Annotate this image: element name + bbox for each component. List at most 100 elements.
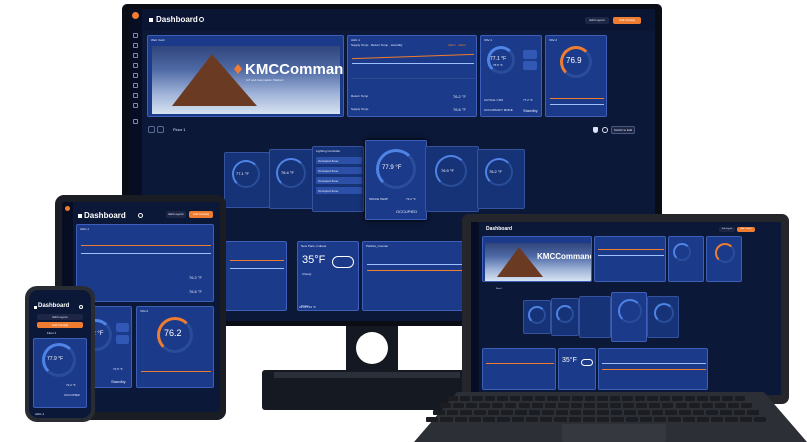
add-card-button[interactable]: Add Card(s) (37, 322, 83, 328)
keyboard-key[interactable] (696, 417, 709, 422)
keyboard-key[interactable] (501, 410, 513, 415)
keyboard-key[interactable] (472, 396, 483, 401)
keyboard-key[interactable] (740, 403, 752, 408)
keyboard-key[interactable] (572, 396, 583, 401)
keyboard-key[interactable] (654, 417, 667, 422)
keyboard-key[interactable] (679, 410, 691, 415)
keyboard-key[interactable] (597, 403, 609, 408)
keyboard-key[interactable] (597, 410, 609, 415)
floor-card-1[interactable]: 77.1 °F (224, 152, 270, 208)
floor-card[interactable] (551, 298, 579, 336)
vav2-card[interactable] (706, 236, 742, 282)
keyboard-key[interactable] (734, 396, 745, 401)
keyboard-key[interactable] (556, 410, 568, 415)
keyboard-key[interactable] (706, 410, 718, 415)
keyboard-key[interactable] (505, 403, 517, 408)
keyboard-key[interactable] (582, 417, 595, 422)
keyboard-key[interactable] (433, 410, 445, 415)
light-row[interactable]: Occupied Zone (316, 157, 362, 164)
keyboard-key[interactable] (720, 410, 732, 415)
keyboard-key[interactable] (701, 403, 713, 408)
keyboard-key[interactable] (509, 396, 520, 401)
gear-icon[interactable] (199, 17, 204, 22)
ahu-card[interactable]: AHU-1 Supply Temp · Return Temp · Humidi… (347, 35, 477, 117)
up-button[interactable] (523, 50, 537, 59)
ahu-card[interactable]: AHU-1 76.2 °F 76.6 °F (76, 224, 214, 302)
keyboard-key[interactable] (460, 410, 472, 415)
keyboard-key[interactable] (540, 417, 553, 422)
keyboard-key[interactable] (665, 410, 677, 415)
keyboard-key[interactable] (492, 403, 504, 408)
settings-icon[interactable] (133, 119, 138, 124)
keyboard-key[interactable] (682, 417, 695, 422)
keyboard-key[interactable] (568, 417, 581, 422)
ahu-card[interactable] (594, 236, 666, 282)
weather-card[interactable]: New Paris, Indiana 35°F Cloudy Today (297, 241, 359, 311)
keyboard-key[interactable] (583, 410, 595, 415)
keyboard-key[interactable] (610, 410, 623, 415)
vav-card[interactable] (668, 236, 704, 282)
edit-layout-button[interactable]: Edit Layout (585, 17, 609, 24)
home-icon[interactable] (34, 306, 37, 309)
vav2-card[interactable]: VAV-2 76.9 (545, 35, 607, 117)
keyboard-key[interactable] (544, 403, 556, 408)
keyboard-key[interactable] (727, 403, 739, 408)
chart-icon[interactable] (133, 63, 138, 68)
down-button[interactable] (116, 335, 129, 344)
keyboard-key[interactable] (714, 403, 726, 408)
keyboard-key[interactable] (426, 417, 439, 422)
keyboard-key[interactable] (684, 396, 695, 401)
keyboard-key[interactable] (466, 403, 478, 408)
ahu-bottom-card[interactable] (482, 348, 556, 390)
keyboard-key[interactable] (692, 410, 705, 415)
keyboard-key[interactable] (554, 417, 567, 422)
gear-icon[interactable] (138, 213, 143, 218)
keyboard-key[interactable] (649, 403, 661, 408)
edit-layout-button[interactable]: Edit Layout (166, 211, 186, 218)
keyboard-key[interactable] (497, 396, 508, 401)
tools-icon[interactable] (133, 103, 138, 108)
keyboard-key[interactable] (688, 403, 700, 408)
keyboard-key[interactable] (515, 410, 527, 415)
keyboard-key[interactable] (659, 396, 670, 401)
floor-main-card[interactable]: 77.9 °F 72.2 °F OCCUPIED (33, 338, 87, 408)
edit-layout-button[interactable]: Edit Layout (37, 314, 83, 320)
keyboard-key[interactable] (625, 417, 638, 422)
floor-main-card[interactable]: 77.9 °F SPACE TEMP 72.2 °F OCCUPIED (365, 140, 427, 220)
keyboard-key[interactable] (446, 410, 459, 415)
keyboard-key[interactable] (511, 417, 524, 422)
floor-card[interactable] (647, 296, 679, 338)
keyboard-key[interactable] (610, 403, 622, 408)
keyboard-key[interactable] (739, 417, 752, 422)
keyboard-key[interactable] (584, 396, 595, 401)
circle-icon[interactable] (602, 127, 608, 133)
edit-layout-button[interactable]: Edit Layout (719, 227, 735, 232)
keyboard-key[interactable] (597, 417, 610, 422)
back-button[interactable] (148, 126, 155, 133)
keyboard-key[interactable] (459, 396, 470, 401)
floor-card-4[interactable]: 76.2 °F (477, 149, 525, 209)
vav2-card[interactable]: VAV-2 76.2 (136, 306, 214, 388)
building-icon[interactable] (133, 53, 138, 58)
keyboard-key[interactable] (557, 403, 569, 408)
keyboard-key[interactable] (647, 396, 658, 401)
keyboard-key[interactable] (623, 403, 635, 408)
keyboard-key[interactable] (497, 417, 510, 422)
keyboard-key[interactable] (479, 403, 491, 408)
keyboard-key[interactable] (662, 403, 674, 408)
lighting-card[interactable]: Lighting Controller Occupied Zone Occupi… (312, 146, 364, 212)
floor-main-card[interactable] (611, 292, 647, 342)
switch-edit-button[interactable]: Switch to Edit (611, 126, 635, 134)
keyboard-key[interactable] (440, 403, 452, 408)
keyboard-key[interactable] (597, 396, 608, 401)
keyboard-key[interactable] (611, 417, 624, 422)
keyboard-key[interactable] (522, 396, 533, 401)
ahu-bottom-card[interactable] (225, 241, 287, 311)
keyboard-key[interactable] (483, 417, 496, 422)
forward-button[interactable] (157, 126, 164, 133)
weather-card[interactable]: 35°F (558, 348, 596, 390)
keyboard-key[interactable] (634, 396, 645, 401)
keyboard-key[interactable] (583, 403, 595, 408)
keyboard-key[interactable] (675, 403, 687, 408)
web-card[interactable]: KMCCommander (482, 236, 592, 282)
